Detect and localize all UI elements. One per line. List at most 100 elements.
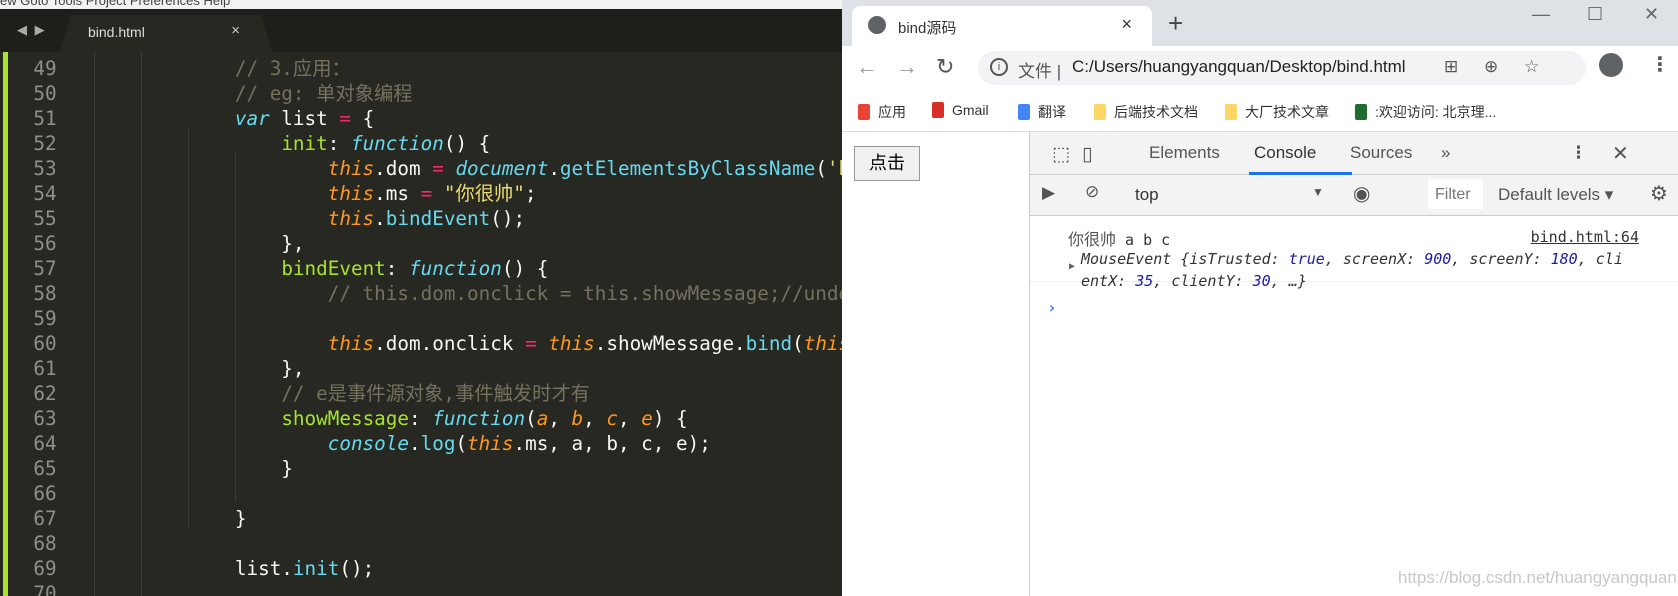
back-button[interactable]: ← (856, 54, 878, 80)
log-levels-select[interactable]: Default levels ▾ (1498, 185, 1613, 205)
tab-console[interactable]: Console (1254, 143, 1316, 163)
bookmark-label: :欢迎访问: 北京理... (1375, 104, 1497, 120)
address-bar[interactable]: i 文件 | C:/Users/huangyangquan/Desktop/bi… (978, 51, 1586, 85)
eye-icon[interactable]: ◉ (1353, 181, 1370, 206)
bookmark-item[interactable]: 后端技术文档 (1094, 102, 1198, 122)
tab-title: bind.html (88, 24, 145, 40)
profile-avatar[interactable] (1599, 53, 1623, 77)
clear-console-icon[interactable]: ⊘ (1085, 182, 1099, 202)
close-window-button[interactable]: ✕ (1644, 4, 1659, 25)
line-number: 70 (33, 582, 57, 596)
tab-nav-arrows-icon[interactable]: ◀ ▶ (17, 22, 47, 38)
code-text: this.dom = document.getElementsByClassNa… (142, 156, 842, 181)
line-number: 52 (33, 132, 57, 155)
inspect-element-icon[interactable]: ⬚ (1052, 143, 1070, 166)
object-text: , (1153, 272, 1172, 290)
code-text: bindEvent: function() { (142, 256, 548, 281)
gear-icon[interactable]: ⚙ (1650, 181, 1668, 206)
bookmark-item[interactable]: 大厂技术文章 (1225, 102, 1329, 122)
code-token: . (548, 157, 560, 180)
maximize-button[interactable]: ☐ (1587, 4, 1603, 25)
context-select[interactable]: top (1135, 185, 1159, 205)
device-toolbar-icon[interactable]: ▯ (1082, 143, 1092, 166)
mouse-event-object[interactable]: MouseEvent {isTrusted: true, screenX: 90… (1081, 248, 1626, 292)
forward-button[interactable]: → (896, 54, 918, 80)
close-tab-icon[interactable]: × (1121, 14, 1132, 35)
code-token: function (432, 407, 526, 430)
minimize-button[interactable]: — (1532, 4, 1550, 25)
bookmark-item[interactable]: 应用 (858, 102, 906, 122)
code-text: }, (142, 356, 304, 381)
click-button[interactable]: 点击 (854, 146, 920, 181)
code-text: showMessage: function(a, b, c, e) { (142, 406, 687, 431)
line-number: 61 (33, 357, 57, 380)
menu-bar: ew Goto Tools Project Preferences Help (0, 0, 842, 9)
code-text: // this.dom.onclick = this.showMessage;/… (142, 281, 842, 306)
code-line: 70 (0, 581, 842, 596)
code-token: ( (455, 432, 468, 455)
reload-button[interactable]: ↻ (936, 54, 954, 80)
bookmark-icon (858, 104, 870, 120)
close-icon[interactable]: × (231, 22, 240, 39)
line-number: 67 (33, 507, 57, 530)
new-tab-button[interactable]: + (1168, 8, 1183, 39)
more-menu-icon[interactable]: ⋮ (1650, 52, 1670, 77)
code-token: this (327, 157, 375, 180)
console-prompt[interactable]: › (1047, 298, 1057, 317)
code-token: list (269, 107, 340, 130)
object-text: …} (1288, 272, 1307, 290)
code-area[interactable]: 49 // 3.应用： 50 // eg: 单对象编程 51 var list = … (0, 56, 842, 596)
code-token: // 3.应用： (234, 57, 351, 80)
line-number: 64 (33, 432, 57, 455)
more-tabs-button[interactable]: » (1441, 143, 1450, 163)
code-text: list.init(); (142, 556, 374, 581)
tab-sources[interactable]: Sources (1350, 143, 1412, 163)
code-token: showMessage (281, 407, 410, 430)
translate-icon[interactable]: ⊞ (1444, 57, 1458, 77)
code-token: .dom.onclick (374, 332, 526, 355)
chevron-down-icon[interactable]: ▼ (1312, 185, 1324, 199)
zoom-icon[interactable]: ⊕ (1484, 57, 1498, 77)
object-text: { (1171, 250, 1190, 268)
filter-input[interactable]: Filter (1428, 179, 1483, 209)
bookmark-label: 应用 (878, 104, 906, 120)
code-token: getElementsByClassName (559, 157, 816, 180)
bookmark-item[interactable]: :欢迎访问: 北京理... (1355, 102, 1496, 122)
editor-tab-bind-html[interactable]: bind.html × (60, 15, 272, 52)
browser-tab[interactable]: bind源码 × (852, 6, 1152, 46)
code-text: console.log(this.ms, a, b, c, e); (142, 431, 711, 456)
code-token: , (583, 407, 607, 430)
bookmark-item[interactable]: 翻译 (1018, 102, 1066, 122)
info-icon[interactable]: i (990, 58, 1008, 76)
source-link[interactable]: bind.html:64 (1531, 228, 1639, 246)
bookmark-icon (1018, 104, 1030, 120)
code-token: . (374, 207, 386, 230)
code-token: .showMessage. (594, 332, 746, 355)
expand-triangle-icon[interactable]: ▶ (1069, 261, 1075, 272)
code-line: 64 console.log(this.ms, a, b, c, e); (0, 431, 842, 456)
star-icon[interactable]: ☆ (1524, 57, 1539, 77)
code-token: = (432, 157, 444, 180)
code-token: } (142, 507, 247, 530)
devtools-menu-icon[interactable]: ⋮ (1570, 143, 1587, 163)
tab-title: bind源码 (898, 20, 957, 37)
code-text: this.bindEvent(); (142, 206, 525, 231)
url-text[interactable]: C:/Users/huangyangquan/Desktop/bind.html (1072, 57, 1406, 77)
close-devtools-icon[interactable]: ✕ (1612, 141, 1629, 166)
code-line: 54 this.ms = "你很帅"; (0, 181, 842, 206)
code-text: this.dom.onclick = this.showMessage.bind… (142, 331, 842, 356)
code-token: this (467, 432, 514, 455)
bookmark-item[interactable]: Gmail (932, 102, 989, 118)
code-text: // eg: 单对象编程 (142, 81, 413, 106)
code-line: 69 list.init(); (0, 556, 842, 581)
sidebar-toggle-icon[interactable]: ▶ (1042, 183, 1055, 203)
console-output: 你很帅 a b c bind.html:64 ▶ MouseEvent {isT… (1030, 216, 1678, 317)
object-text: isTrusted (1189, 250, 1271, 268)
bookmark-label: 后端技术文档 (1114, 104, 1198, 120)
object-text: screenY (1469, 250, 1533, 268)
tab-elements[interactable]: Elements (1149, 143, 1220, 163)
